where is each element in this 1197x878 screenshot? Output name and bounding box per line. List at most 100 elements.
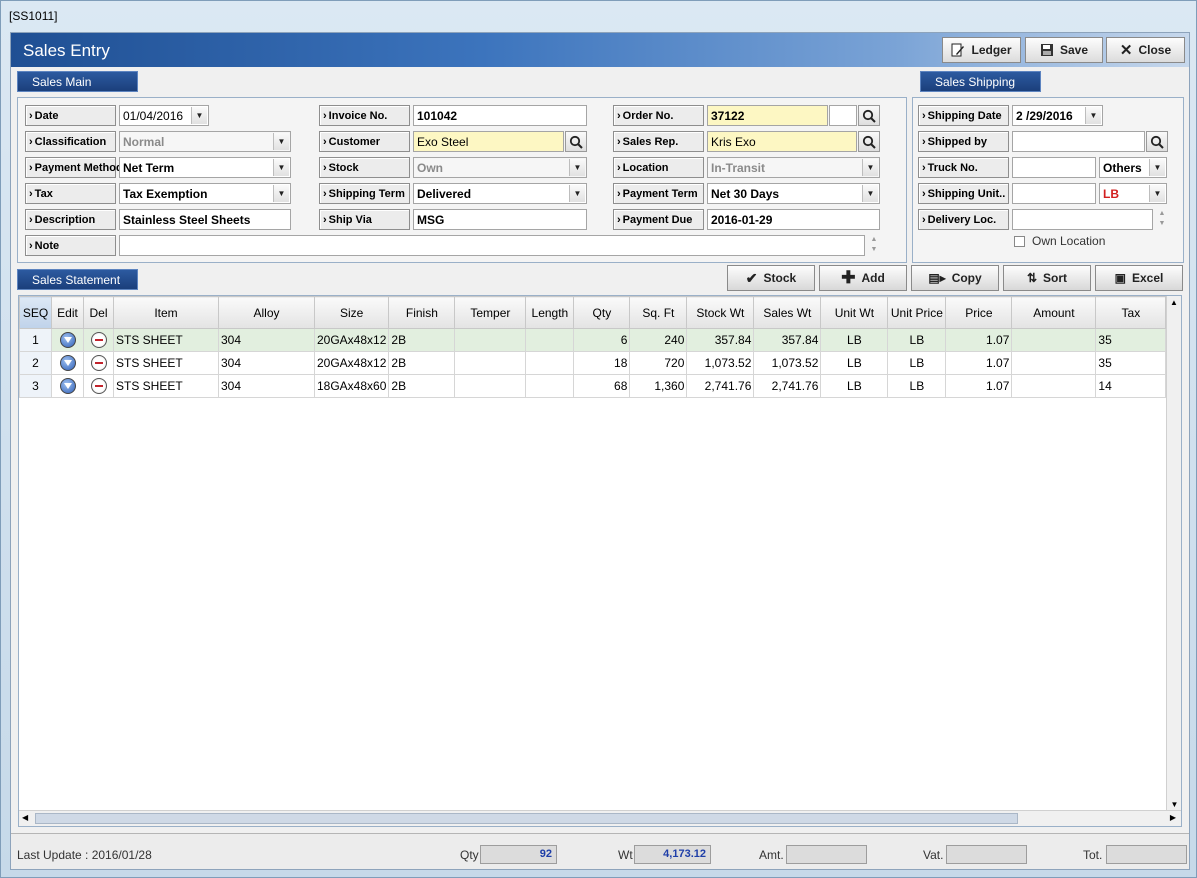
own-location-checkbox[interactable] xyxy=(1014,236,1025,247)
chevron-down-icon[interactable]: ▼ xyxy=(569,159,585,176)
length-cell[interactable] xyxy=(525,374,575,398)
column-header[interactable]: Tax xyxy=(1095,296,1167,329)
delete-icon[interactable] xyxy=(90,355,107,371)
temper-cell[interactable] xyxy=(454,351,527,375)
payment-term-select[interactable]: Net 30 Days ▼ xyxy=(707,183,880,204)
delete-icon[interactable] xyxy=(90,332,107,348)
column-header[interactable]: Unit Price xyxy=(887,296,947,329)
tab-sales-shipping[interactable]: Sales Shipping xyxy=(920,71,1041,92)
column-header[interactable]: Del xyxy=(83,296,114,329)
location-select[interactable]: In-Transit ▼ xyxy=(707,157,880,178)
sqft-cell[interactable]: 1,360 xyxy=(629,374,688,398)
qty-cell[interactable]: 18 xyxy=(573,351,631,375)
amount-cell[interactable] xyxy=(1011,374,1097,398)
tax-cell[interactable]: 35 xyxy=(1095,351,1167,375)
shipped-by-field[interactable] xyxy=(1012,131,1145,152)
shipping-date-field[interactable]: 2 /29/2016 ▼ xyxy=(1012,105,1103,126)
payment-due-field[interactable]: 2016-01-29 xyxy=(707,209,880,230)
customer-field[interactable]: Exo Steel xyxy=(413,131,564,152)
stock-button[interactable]: ✔ Stock xyxy=(727,265,815,291)
column-header[interactable]: Qty xyxy=(573,296,631,329)
chevron-down-icon[interactable]: ▼ xyxy=(1149,159,1165,176)
chevron-down-icon[interactable]: ▼ xyxy=(569,185,585,202)
unit-price-cell[interactable]: LB xyxy=(887,351,947,375)
note-field[interactable] xyxy=(119,235,865,256)
order-search-button[interactable] xyxy=(858,105,880,126)
edit-icon[interactable] xyxy=(59,332,76,348)
alloy-cell[interactable]: 304 xyxy=(218,328,315,352)
column-header[interactable]: Price xyxy=(945,296,1013,329)
scroll-left-icon[interactable]: ◀ xyxy=(22,813,28,822)
table-row[interactable]: 1 STS SHEET 304 20GAx48x12 2B 6 240 357.84 357.8… xyxy=(19,328,1167,352)
finish-cell[interactable]: 2B xyxy=(388,374,456,398)
tax-cell[interactable]: 35 xyxy=(1095,328,1167,352)
table-row[interactable]: 2 STS SHEET 304 20GAx48x12 2B 18 720 1,073.52 1,… xyxy=(19,351,1167,375)
shipping-unit-field[interactable] xyxy=(1012,183,1096,204)
excel-button[interactable]: ▣ Excel xyxy=(1095,265,1183,291)
payment-method-select[interactable]: Net Term ▼ xyxy=(119,157,291,178)
size-cell[interactable]: 20GAx48x12 xyxy=(313,351,390,375)
copy-button[interactable]: ▤▸ Copy xyxy=(911,265,999,291)
column-header[interactable]: Length xyxy=(525,296,575,329)
stock-wt-cell[interactable]: 357.84 xyxy=(686,328,755,352)
horizontal-scrollbar[interactable]: ◀ ▶ xyxy=(19,810,1181,826)
delivery-scroll[interactable]: ▲ ▼ xyxy=(1156,209,1168,230)
unit-wt-cell[interactable]: LB xyxy=(820,351,889,375)
amount-cell[interactable] xyxy=(1011,351,1097,375)
finish-cell[interactable]: 2B xyxy=(388,328,456,352)
column-header[interactable]: Amount xyxy=(1011,296,1097,329)
column-header[interactable]: Edit xyxy=(51,296,84,329)
column-header[interactable]: SEQ xyxy=(19,296,52,329)
sales-wt-cell[interactable]: 357.84 xyxy=(753,328,822,352)
qty-cell[interactable]: 68 xyxy=(573,374,631,398)
close-button[interactable]: ✕ Close xyxy=(1106,37,1185,63)
edit-icon[interactable] xyxy=(59,378,76,394)
chevron-down-icon[interactable]: ▼ xyxy=(191,107,207,124)
chevron-down-icon[interactable]: ▼ xyxy=(273,133,289,150)
date-field[interactable]: 01/04/2016 ▼ xyxy=(119,105,209,126)
chevron-down-icon[interactable]: ▼ xyxy=(1085,107,1101,124)
column-header[interactable]: Alloy xyxy=(218,296,315,329)
sqft-cell[interactable]: 240 xyxy=(629,328,688,352)
delivery-field[interactable] xyxy=(1012,209,1153,230)
edit-icon[interactable] xyxy=(59,355,76,371)
sales-wt-cell[interactable]: 1,073.52 xyxy=(753,351,822,375)
column-header[interactable]: Item xyxy=(113,296,219,329)
temper-cell[interactable] xyxy=(454,328,527,352)
scroll-up-icon[interactable]: ▲ xyxy=(1167,298,1181,307)
note-scroll[interactable]: ▲ ▼ xyxy=(868,235,880,256)
shipped-by-search-button[interactable] xyxy=(1146,131,1168,152)
customer-search-button[interactable] xyxy=(565,131,587,152)
delete-icon[interactable] xyxy=(90,378,107,394)
vertical-scrollbar[interactable]: ▲ ▼ xyxy=(1166,296,1181,811)
save-button[interactable]: Save xyxy=(1025,37,1103,63)
item-cell[interactable]: STS SHEET xyxy=(113,328,219,352)
price-cell[interactable]: 1.07 xyxy=(945,328,1013,352)
description-field[interactable]: Stainless Steel Sheets xyxy=(119,209,291,230)
qty-cell[interactable]: 6 xyxy=(573,328,631,352)
classification-select[interactable]: Normal ▼ xyxy=(119,131,291,152)
tab-sales-main[interactable]: Sales Main xyxy=(17,71,138,92)
sort-button[interactable]: ⇅ Sort xyxy=(1003,265,1091,291)
finish-cell[interactable]: 2B xyxy=(388,351,456,375)
alloy-cell[interactable]: 304 xyxy=(218,374,315,398)
unit-wt-cell[interactable]: LB xyxy=(820,328,889,352)
length-cell[interactable] xyxy=(525,328,575,352)
size-cell[interactable]: 20GAx48x12 xyxy=(313,328,390,352)
column-header[interactable]: Temper xyxy=(454,296,527,329)
stock-wt-cell[interactable]: 1,073.52 xyxy=(686,351,755,375)
sales-wt-cell[interactable]: 2,741.76 xyxy=(753,374,822,398)
scroll-right-icon[interactable]: ▶ xyxy=(1170,813,1176,822)
add-button[interactable]: ✚ Add xyxy=(819,265,907,291)
tab-sales-statement[interactable]: Sales Statement xyxy=(17,269,138,290)
alloy-cell[interactable]: 304 xyxy=(218,351,315,375)
chevron-down-icon[interactable]: ▼ xyxy=(273,159,289,176)
truck-type-select[interactable]: Others ▼ xyxy=(1099,157,1167,178)
column-header[interactable]: Finish xyxy=(388,296,456,329)
scroll-down-icon[interactable]: ▼ xyxy=(1167,800,1182,809)
shipping-unit-type-select[interactable]: LB ▼ xyxy=(1099,183,1167,204)
length-cell[interactable] xyxy=(525,351,575,375)
sqft-cell[interactable]: 720 xyxy=(629,351,688,375)
size-cell[interactable]: 18GAx48x60 xyxy=(313,374,390,398)
unit-price-cell[interactable]: LB xyxy=(887,328,947,352)
